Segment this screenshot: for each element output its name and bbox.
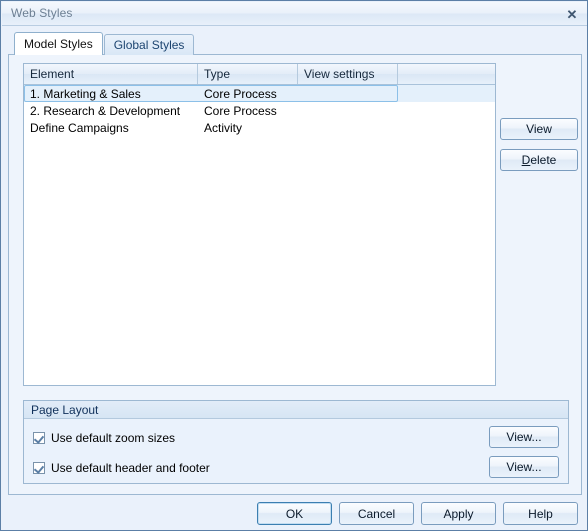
styles-list[interactable]: Element Type View settings 1. Marketing …: [23, 63, 496, 386]
use-default-zoom-sizes-row[interactable]: Use default zoom sizes: [33, 431, 175, 445]
use-default-header-footer-row[interactable]: Use default header and footer: [33, 461, 210, 475]
view-button-label: View: [526, 122, 552, 136]
cell-element: 2. Research & Development: [30, 103, 181, 118]
apply-button[interactable]: Apply: [421, 502, 496, 525]
table-row[interactable]: 2. Research & Development Core Process: [24, 102, 495, 119]
page-layout-title: Page Layout: [24, 401, 568, 419]
tab-strip: Model Styles Global Styles: [14, 32, 195, 55]
web-styles-dialog: Web Styles ✕ Model Styles Global Styles …: [0, 0, 588, 531]
delete-button-label: elete: [530, 153, 557, 167]
zoom-sizes-view-button-label: View...: [506, 430, 542, 444]
ok-button-label: OK: [285, 506, 304, 521]
cell-element: Define Campaigns: [30, 120, 129, 135]
delete-button-accel: D: [521, 153, 531, 167]
tab-global-styles-label: Global Styles: [113, 38, 185, 52]
page-layout-group: Page Layout Use default zoom sizes View.…: [23, 400, 569, 484]
title-bar: Web Styles ✕: [2, 2, 587, 26]
cell-type: Core Process: [204, 86, 277, 101]
tab-content-panel: Element Type View settings 1. Marketing …: [8, 54, 582, 495]
help-button-label: Help: [528, 506, 553, 521]
column-header-element[interactable]: Element: [24, 64, 198, 84]
cell-type: Activity: [204, 120, 243, 135]
tab-model-styles[interactable]: Model Styles: [14, 32, 103, 55]
ok-button[interactable]: OK: [257, 502, 332, 525]
use-default-zoom-sizes-label: Use default zoom sizes: [51, 431, 176, 445]
dialog-body: Model Styles Global Styles Element Type …: [2, 26, 587, 530]
use-default-zoom-sizes-checkbox[interactable]: [33, 432, 45, 444]
help-button[interactable]: Help: [503, 502, 578, 525]
column-header-blank[interactable]: [398, 64, 495, 84]
close-icon[interactable]: ✕: [562, 5, 582, 23]
cancel-button-label: Cancel: [357, 506, 396, 521]
delete-button[interactable]: Delete: [500, 149, 578, 171]
view-button[interactable]: View: [500, 118, 578, 140]
tab-model-styles-label: Model Styles: [24, 37, 93, 51]
apply-button-label: Apply: [443, 506, 474, 521]
column-header-type[interactable]: Type: [198, 64, 298, 84]
grid-header-row: Element Type View settings: [24, 64, 495, 85]
dialog-footer: OK Cancel Apply Help: [2, 500, 587, 530]
window-title: Web Styles: [11, 6, 73, 20]
tab-global-styles[interactable]: Global Styles: [103, 34, 195, 55]
header-footer-view-button[interactable]: View...: [489, 456, 559, 478]
zoom-sizes-view-button[interactable]: View...: [489, 426, 559, 448]
use-default-header-footer-checkbox[interactable]: [33, 462, 45, 474]
table-row[interactable]: Define Campaigns Activity: [24, 119, 495, 136]
cancel-button[interactable]: Cancel: [339, 502, 414, 525]
cell-type: Core Process: [204, 103, 277, 118]
column-header-view-settings[interactable]: View settings: [298, 64, 398, 84]
cell-element: 1. Marketing & Sales: [30, 86, 141, 101]
table-row[interactable]: 1. Marketing & Sales Core Process: [24, 85, 495, 102]
use-default-header-footer-label: Use default header and footer: [51, 461, 210, 475]
header-footer-view-button-label: View...: [506, 460, 542, 474]
